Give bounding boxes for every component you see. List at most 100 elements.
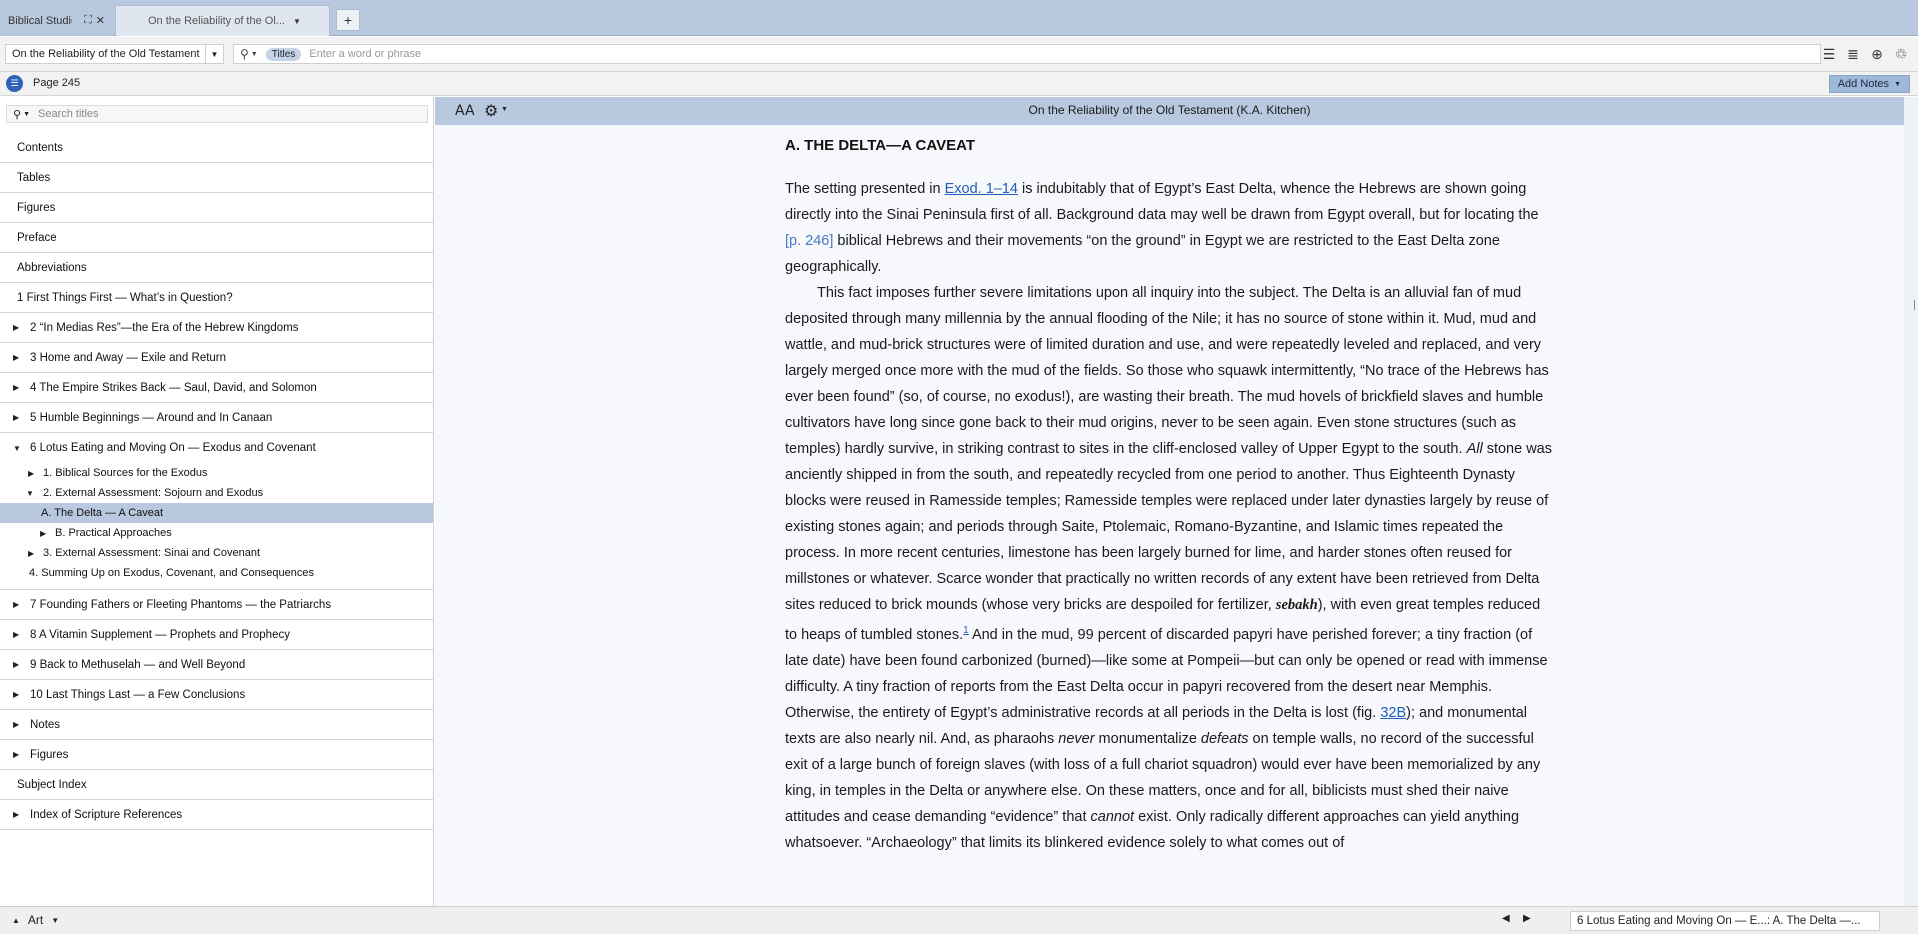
search-titles-input[interactable]: ⚲ ▼ Search titles <box>6 105 428 123</box>
share-icon[interactable]: ♲ <box>1892 45 1910 63</box>
chevron-down-icon[interactable]: ▼ <box>251 51 258 58</box>
toc-item-label: 2. External Assessment: Sojourn and Exod… <box>43 487 264 499</box>
expand-icon[interactable]: ⛶ <box>84 14 92 27</box>
resource-select[interactable]: On the Reliability of the Old Testament … <box>5 44 224 64</box>
toc-item-label: 2 “In Medias Res”—the Era of the Hebrew … <box>30 321 299 334</box>
chevron-down-icon[interactable]: ▼ <box>205 45 223 63</box>
previous-icon[interactable]: ◀ <box>1502 913 1510 924</box>
text-run: biblical Hebrews and their movements “on… <box>785 233 1500 275</box>
search-scope-pill[interactable]: Titles <box>265 47 302 61</box>
triangle-right-icon[interactable]: ▶ <box>28 549 34 558</box>
chevron-down-icon[interactable]: ▼ <box>293 17 301 26</box>
toc-item[interactable]: 1 First Things First — What’s in Questio… <box>0 283 433 313</box>
add-tab-button[interactable]: + <box>336 9 360 31</box>
toc-item[interactable]: ▶ Notes <box>0 710 433 740</box>
toc-item[interactable]: ▼ 6 Lotus Eating and Moving On — Exodus a… <box>0 433 433 463</box>
search-icon[interactable]: ⚲ <box>240 47 249 61</box>
toc-sub-item[interactable]: ▶ 1. Biblical Sources for the Exodus <box>0 463 433 483</box>
toc-sub-item[interactable]: ▶ B. Practical Approaches <box>0 523 433 543</box>
table-of-contents: Contents Tables Figures Preface Abbrevia… <box>0 133 433 830</box>
triangle-right-icon[interactable]: ▶ <box>28 469 34 478</box>
text-run-italic: never <box>1058 730 1095 747</box>
toc-item[interactable]: ▶ Index of Scripture References <box>0 800 433 830</box>
triangle-right-icon[interactable]: ▶ <box>13 660 19 669</box>
search-input[interactable]: ⚲ ▼ Titles Enter a word or phrase <box>233 44 1821 64</box>
add-notes-button[interactable]: Add Notes ▼ <box>1828 75 1910 93</box>
toc-item[interactable]: ▶ 8 A Vitamin Supplement — Prophets and P… <box>0 620 433 650</box>
chevron-down-icon[interactable]: ▼ <box>51 916 59 925</box>
tab-title: On the Reliability of the Ol... <box>148 15 285 27</box>
triangle-right-icon[interactable]: ▶ <box>13 720 19 729</box>
scripture-link[interactable]: Exod. 1–14 <box>945 181 1018 197</box>
reader-title: On the Reliability of the Old Testament … <box>1028 103 1311 117</box>
page-bar: ☰ Page 245 Add Notes ▼ <box>0 72 1918 96</box>
paragraph: This fact imposes further severe limitat… <box>785 280 1555 856</box>
toc-item[interactable]: ▶ 3 Home and Away — Exile and Return <box>0 343 433 373</box>
triangle-right-icon[interactable]: ▶ <box>13 810 19 819</box>
scrollbar[interactable] <box>1904 97 1918 906</box>
chevron-down-icon[interactable]: ▼ <box>23 111 30 118</box>
sidebar: ⚲ ▼ Search titles Contents Tables Figure… <box>0 97 434 906</box>
toc-item[interactable]: ▶ 4 The Empire Strikes Back — Saul, David… <box>0 373 433 403</box>
toc-item-label: 3. External Assessment: Sinai and Covena… <box>43 547 261 559</box>
toc-item[interactable]: ▶ 9 Back to Methuselah — and Well Beyond <box>0 650 433 680</box>
toc-item[interactable]: Abbreviations <box>0 253 433 283</box>
toc-item[interactable]: Tables <box>0 163 433 193</box>
toc-sub-item[interactable]: ▶ 3. External Assessment: Sinai and Coven… <box>0 543 433 563</box>
triangle-right-icon[interactable]: ▶ <box>13 690 19 699</box>
toc-item[interactable]: ▶ 2 “In Medias Res”—the Era of the Hebrew… <box>0 313 433 343</box>
location-field[interactable]: 6 Lotus Eating and Moving On — E...: A. … <box>1570 911 1880 931</box>
menu-lines-icon[interactable]: ☰ <box>1820 45 1838 63</box>
toc-sub-item[interactable]: ▼ 2. External Assessment: Sojourn and Exo… <box>0 483 433 503</box>
triangle-right-icon[interactable]: ▶ <box>13 383 19 392</box>
triangle-down-icon[interactable]: ▼ <box>13 444 21 453</box>
triangle-up-icon[interactable]: ▲ <box>12 916 20 925</box>
toc-item-label: Figures <box>17 201 56 214</box>
triangle-right-icon[interactable]: ▶ <box>13 600 19 609</box>
reader-pane: On the Reliability of the Old Testament … <box>435 97 1918 906</box>
toc-item[interactable]: Figures <box>0 193 433 223</box>
add-circle-icon[interactable]: ⊕ <box>1868 45 1886 63</box>
text-run-italic: All <box>1466 441 1483 457</box>
text-run-italic: cannot <box>1090 808 1135 825</box>
toc-item-label: 7 Founding Fathers or Fleeting Phantoms … <box>30 598 332 611</box>
tab-strip: Biblical Studies ⛶ ✕ On the Reliability … <box>0 0 1918 36</box>
toc-item[interactable]: Subject Index <box>0 770 433 800</box>
triangle-down-icon[interactable]: ▼ <box>26 489 34 498</box>
tab-reliability[interactable]: On the Reliability of the Ol... ▼ <box>115 5 330 36</box>
resource-title: On the Reliability of the Old Testament <box>12 48 200 60</box>
chevron-down-icon[interactable]: ▼ <box>501 106 508 113</box>
toc-list-icon[interactable]: ☰ <box>6 75 23 92</box>
triangle-right-icon[interactable]: ▶ <box>13 630 19 639</box>
triangle-right-icon[interactable]: ▶ <box>13 353 19 362</box>
gear-icon[interactable]: ⚙ <box>484 101 498 121</box>
toc-sub-item[interactable]: 4. Summing Up on Exodus, Covenant, and C… <box>0 563 433 583</box>
tab-biblical-studies[interactable]: Biblical Studies ⛶ ✕ <box>0 5 113 36</box>
toc-item[interactable]: ▶ 5 Humble Beginnings — Around and In Can… <box>0 403 433 433</box>
toc-sub-item-selected[interactable]: A. The Delta — A Caveat <box>0 503 433 523</box>
toc-item[interactable]: ▶ 7 Founding Fathers or Fleeting Phantoms… <box>0 590 433 620</box>
triangle-right-icon[interactable]: ▶ <box>40 529 46 538</box>
font-size-icon[interactable]: AA <box>455 103 475 119</box>
next-icon[interactable]: ▶ <box>1523 913 1531 924</box>
article-body: A. THE DELTA—A CAVEAT The setting presen… <box>785 137 1555 856</box>
toolbar: On the Reliability of the Old Testament … <box>0 37 1918 72</box>
triangle-right-icon[interactable]: ▶ <box>13 413 19 422</box>
search-icon[interactable]: ⚲ <box>13 108 21 121</box>
art-toggle[interactable]: ▲ Art ▼ <box>12 913 59 927</box>
triangle-right-icon[interactable]: ▶ <box>13 323 19 332</box>
paragraph: The setting presented in Exod. 1–14 is i… <box>785 176 1555 280</box>
toc-item-label: Abbreviations <box>17 261 87 274</box>
toc-item[interactable]: ▶ Figures <box>0 740 433 770</box>
figure-link[interactable]: 32B <box>1380 705 1406 721</box>
outline-icon[interactable]: ≣ <box>1844 45 1862 63</box>
toc-item[interactable]: ▶ 10 Last Things Last — a Few Conclusions <box>0 680 433 710</box>
text-run: stone was anciently shipped in from the … <box>785 441 1553 613</box>
toolbar-icons: ☰ ≣ ⊕ ♲ <box>1820 45 1910 63</box>
toc-item[interactable]: Contents <box>0 133 433 163</box>
toc-divider <box>0 583 433 590</box>
toc-item[interactable]: Preface <box>0 223 433 253</box>
text-run-italic: sebakh <box>1275 597 1318 613</box>
triangle-right-icon[interactable]: ▶ <box>13 750 19 759</box>
close-icon[interactable]: ✕ <box>96 14 105 27</box>
